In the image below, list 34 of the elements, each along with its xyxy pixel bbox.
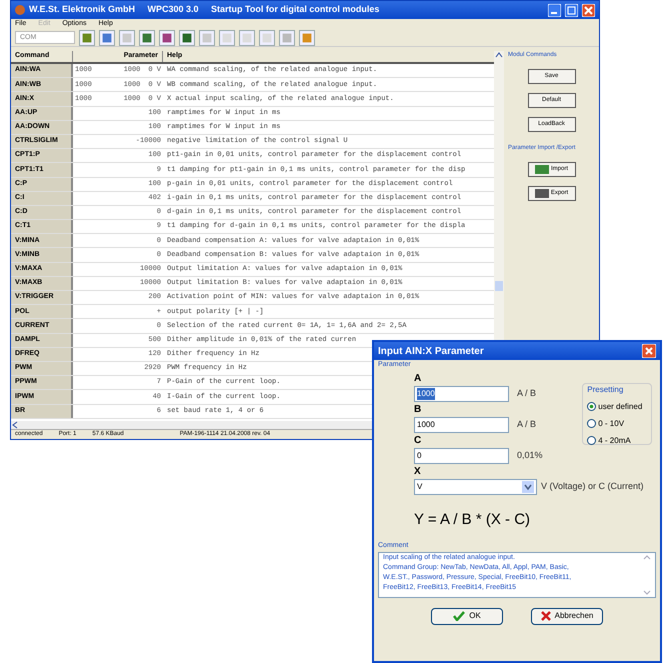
close-icon[interactable] xyxy=(642,344,656,358)
scrollbar-icon xyxy=(643,552,651,596)
cross-icon xyxy=(540,611,551,621)
radio-option[interactable]: 0 - 10V xyxy=(587,418,647,430)
radio-option[interactable]: user defined xyxy=(587,400,647,412)
scroll-up-icon[interactable] xyxy=(495,51,503,59)
comment-box[interactable] xyxy=(378,552,656,598)
input-field[interactable]: 1000 xyxy=(414,416,509,432)
minimize-icon[interactable] xyxy=(548,4,561,16)
unit-label: V (Voltage) or C (Current) xyxy=(541,480,644,493)
group-title: Presetting xyxy=(587,384,624,396)
field-label: A xyxy=(414,372,422,386)
input-field[interactable]: 0 xyxy=(414,448,509,464)
scroll-left-icon[interactable] xyxy=(11,421,19,429)
dropdown-icon xyxy=(522,480,534,492)
dialog-title: Input AIN:X Parameter xyxy=(378,344,485,358)
ok-button[interactable]: OK xyxy=(431,608,503,624)
app-logo-icon xyxy=(15,5,25,15)
field-label: B xyxy=(414,402,422,416)
cancel-button[interactable]: Abbrechen xyxy=(531,608,603,624)
field-label: C xyxy=(414,434,422,448)
field-label: X xyxy=(414,464,422,478)
close-icon[interactable] xyxy=(582,4,595,16)
maximize-icon[interactable] xyxy=(565,4,578,16)
scroll-thumb[interactable] xyxy=(495,281,503,291)
checkmark-icon xyxy=(453,611,466,621)
unit-label: A / B xyxy=(517,418,536,431)
window-title: W.E.St. Elektronik GmbH WPC300 3.0 Startup Tool for digital control modules xyxy=(29,3,380,16)
unit-label: 0,01% xyxy=(517,448,543,462)
select-field[interactable]: V xyxy=(414,478,537,494)
radio-option[interactable]: 4 - 20mA xyxy=(587,434,647,446)
unit-label: A / B xyxy=(517,386,536,400)
formula-text: Y = A / B * (X - C) xyxy=(413,510,532,530)
input-field[interactable]: 1000 xyxy=(414,386,509,402)
